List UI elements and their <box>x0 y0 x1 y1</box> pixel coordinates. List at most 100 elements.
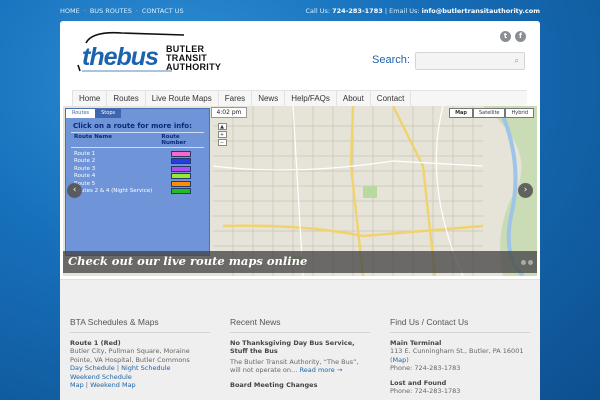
route-row[interactable]: Route 5 <box>71 180 204 188</box>
nav-home[interactable]: Home <box>72 91 108 107</box>
map-link[interactable]: Map <box>70 381 84 389</box>
weekend-map-link[interactable]: Weekend Map <box>90 381 136 389</box>
route-color-swatch <box>171 158 191 165</box>
route-list-title: Click on a route for more info: <box>73 122 192 130</box>
email-link[interactable]: info@butlertransitauthority.com <box>422 7 540 15</box>
route-list-header: Route Name Route Number <box>71 132 204 148</box>
col-route-name: Route Name <box>74 134 112 140</box>
slide-dot[interactable] <box>521 260 526 265</box>
route-name: Route 5 <box>74 180 96 187</box>
search-icon[interactable]: ⌕ <box>515 56 519 66</box>
nav-help-faqs[interactable]: Help/FAQs <box>285 91 337 107</box>
contact-heading: Find Us / Contact Us <box>390 318 530 333</box>
route-row[interactable]: Route 1 <box>71 150 204 158</box>
hero-slider: Routes Stops Click on a route for more i… <box>63 106 537 276</box>
separator: | <box>384 7 388 15</box>
map-type-switcher: Map Satellite Hybrid <box>449 108 534 118</box>
map-type-hybrid[interactable]: Hybrid <box>505 108 534 118</box>
top-nav-home[interactable]: HOME <box>60 7 80 15</box>
news-post-title[interactable]: No Thanksgiving Day Bus Service, Stuff t… <box>230 339 370 356</box>
call-label: Call Us: <box>305 7 331 15</box>
route-description: Butler City, Pullman Square, Moraine Poi… <box>70 347 190 364</box>
map-zoom-controls: ▲ + − <box>215 122 229 147</box>
logo-authority-text: BUTLER TRANSIT AUTHORITY <box>166 45 221 72</box>
route-list-panel: Routes Stops Click on a route for more i… <box>65 108 210 256</box>
top-contact: Call Us: 724-283-1783 | Email Us: info@b… <box>306 7 541 15</box>
chevron-left-icon[interactable]: ‹ <box>67 183 82 198</box>
separator: · <box>135 7 138 15</box>
route-name: Route 3 <box>74 165 96 172</box>
map-type-map[interactable]: Map <box>449 108 473 118</box>
top-bar: HOME · BUS ROUTES · CONTACT US Call Us: … <box>0 0 600 20</box>
nav-about[interactable]: About <box>337 91 371 107</box>
search-label: Search: <box>372 54 410 66</box>
slide-dot[interactable] <box>514 260 519 265</box>
route-row[interactable]: Routes 2 & 4 (Night Service) <box>71 188 204 196</box>
zoom-out-icon[interactable]: − <box>217 139 227 146</box>
route-color-swatch <box>171 173 191 180</box>
route-title: Route 1 (Red) <box>70 338 121 347</box>
address-end: ) <box>406 355 409 364</box>
col-route-number: Route Number <box>161 134 186 146</box>
weekend-schedule-link[interactable]: Weekend Schedule <box>70 373 132 381</box>
route-name: Route 4 <box>74 173 96 180</box>
news-post-title[interactable]: Board Meeting Changes <box>230 381 370 390</box>
logo-word: thebus <box>82 43 159 71</box>
read-more-link[interactable]: Read more → <box>300 366 343 374</box>
top-nav-contact-us[interactable]: CONTACT US <box>142 7 184 15</box>
main-panel: thebus BUTLER TRANSIT AUTHORITY t f Sear… <box>60 21 540 400</box>
chevron-right-icon[interactable]: › <box>518 183 533 198</box>
nav-fares[interactable]: Fares <box>219 91 253 107</box>
address: 113 E. Cunningham St., Butler, PA 16001 … <box>390 347 524 364</box>
route-color-swatch <box>171 150 191 157</box>
route-row[interactable]: Route 2 <box>71 158 204 166</box>
map-clock: 4:02 pm <box>211 107 247 118</box>
nav-contact[interactable]: Contact <box>371 91 412 107</box>
route-name: Route 1 <box>74 150 96 157</box>
slide-dot[interactable] <box>528 260 533 265</box>
office-phone: Phone: 724-283-1783 <box>390 364 461 372</box>
twitter-icon[interactable]: t <box>500 31 511 42</box>
email-label: Email Us: <box>389 7 420 15</box>
day-schedule-link[interactable]: Day Schedule <box>70 364 115 372</box>
schedules-heading: BTA Schedules & Maps <box>70 318 210 333</box>
nav-news[interactable]: News <box>252 91 286 107</box>
pan-up-icon[interactable]: ▲ <box>217 123 227 130</box>
route-row[interactable]: Route 4 <box>71 173 204 181</box>
slide-caption-text: Check out our live route maps online <box>68 254 308 268</box>
separator: | <box>116 364 120 372</box>
route-name: Route 2 <box>74 158 96 165</box>
nav-live-route-maps[interactable]: Live Route Maps <box>146 91 219 107</box>
route-name: Routes 2 & 4 (Night Service) <box>74 188 153 195</box>
tab-routes[interactable]: Routes <box>66 109 96 118</box>
slide-pagination <box>514 260 533 265</box>
schedules-column: BTA Schedules & Maps Route 1 (Red) Butle… <box>70 318 210 390</box>
lost-found-title: Lost and Found <box>390 378 447 387</box>
nav-routes[interactable]: Routes <box>107 91 146 107</box>
address-map-link[interactable]: Map <box>393 356 407 364</box>
news-heading: Recent News <box>230 318 370 333</box>
tab-stops[interactable]: Stops <box>95 109 122 118</box>
zoom-in-icon[interactable]: + <box>217 131 227 138</box>
footer-columns: BTA Schedules & Maps Route 1 (Red) Butle… <box>60 279 540 400</box>
social-links: t f <box>500 31 526 42</box>
route-color-swatch <box>171 188 191 195</box>
logo-line: AUTHORITY <box>166 62 222 72</box>
separator: · <box>83 7 86 15</box>
slide-caption: Check out our live route maps online <box>63 251 537 273</box>
top-nav-bus-routes[interactable]: BUS ROUTES <box>90 7 132 15</box>
route-row[interactable]: Route 3 <box>71 165 204 173</box>
separator: | <box>85 381 88 389</box>
phone-number: 724-283-1783 <box>332 7 383 15</box>
contact-column: Find Us / Contact Us Main Terminal 113 E… <box>390 318 530 396</box>
lost-found-phone: Phone: 724-283-1783 <box>390 387 461 395</box>
map-type-satellite[interactable]: Satellite <box>473 108 506 118</box>
facebook-icon[interactable]: f <box>515 31 526 42</box>
office-title: Main Terminal <box>390 338 442 347</box>
search-input[interactable]: ⌕ <box>415 52 525 70</box>
news-column: Recent News No Thanksgiving Day Bus Serv… <box>230 318 370 389</box>
night-schedule-link[interactable]: Night Schedule <box>121 364 170 372</box>
top-nav: HOME · BUS ROUTES · CONTACT US <box>60 7 184 15</box>
route-color-swatch <box>171 165 191 172</box>
route-list: Route 1 Route 2 Route 3 Route 4 Route 5 … <box>71 150 204 195</box>
